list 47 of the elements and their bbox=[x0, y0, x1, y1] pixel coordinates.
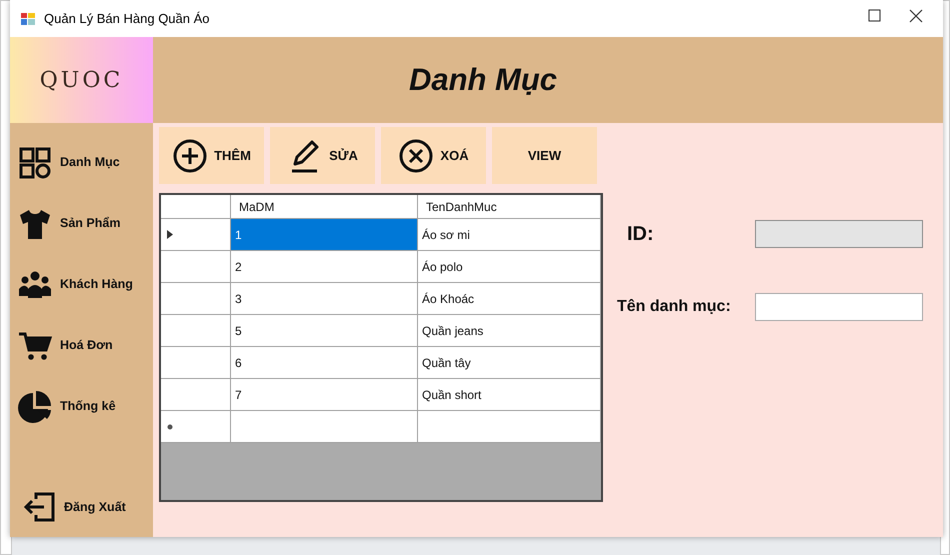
grid-icon bbox=[18, 146, 52, 180]
window-title: Quản Lý Bán Hàng Quần Áo bbox=[44, 10, 210, 28]
table-cell[interactable]: Quần jeans bbox=[418, 315, 601, 347]
row-header[interactable] bbox=[161, 315, 231, 347]
table-cell[interactable]: Áo sơ mi bbox=[418, 219, 601, 251]
column-header[interactable]: TenDanhMuc bbox=[418, 195, 601, 219]
maximize-icon[interactable] bbox=[867, 8, 883, 24]
field-label: ID: bbox=[626, 222, 654, 247]
row-header[interactable] bbox=[161, 379, 231, 411]
table-cell[interactable] bbox=[231, 411, 418, 443]
toolbar-button[interactable]: THÊM bbox=[159, 127, 264, 184]
app-icon bbox=[20, 10, 36, 26]
sidebar-item[interactable]: Hoá Đơn bbox=[18, 315, 153, 376]
text-field[interactable] bbox=[755, 293, 923, 321]
logout-icon bbox=[22, 490, 56, 524]
table-cell[interactable]: 6 bbox=[231, 347, 418, 379]
table-cell[interactable]: 2 bbox=[231, 251, 418, 283]
pie-chart-icon bbox=[18, 390, 52, 424]
sidebar-item[interactable]: Danh Mục bbox=[18, 132, 153, 193]
row-header[interactable] bbox=[161, 283, 231, 315]
table-cell[interactable]: Áo Khoác bbox=[418, 283, 601, 315]
table-cell[interactable]: 3 bbox=[231, 283, 418, 315]
sidebar-item[interactable]: Thống kê bbox=[18, 376, 153, 437]
table-cell[interactable] bbox=[418, 411, 601, 443]
plus-icon bbox=[172, 138, 208, 174]
page-title: Danh Mục bbox=[408, 60, 558, 99]
table-cell[interactable]: Áo polo bbox=[418, 251, 601, 283]
sidebar-item[interactable]: Đăng Xuất bbox=[18, 487, 153, 527]
logo: QUOC bbox=[40, 66, 124, 94]
close-icon[interactable] bbox=[908, 8, 924, 24]
toolbar-button[interactable]: XOÁ bbox=[381, 127, 486, 184]
row-header[interactable] bbox=[161, 347, 231, 379]
table-cell[interactable]: 1 bbox=[231, 219, 418, 251]
close-circle-icon bbox=[398, 138, 434, 174]
row-header[interactable] bbox=[161, 251, 231, 283]
row-header[interactable] bbox=[161, 219, 231, 251]
column-header[interactable]: MaDM bbox=[231, 195, 418, 219]
table-cell[interactable]: Quần short bbox=[418, 379, 601, 411]
table-cell[interactable]: Quần tây bbox=[418, 347, 601, 379]
field-label: Tên danh mục: bbox=[617, 297, 731, 317]
table-cell[interactable]: 5 bbox=[231, 315, 418, 347]
toolbar-button[interactable]: VIEW bbox=[492, 127, 597, 184]
sidebar-item[interactable]: Sản Phẩm bbox=[18, 193, 153, 254]
toolbar-button[interactable]: SỬA bbox=[270, 127, 375, 184]
sidebar-item[interactable]: Khách Hàng bbox=[18, 254, 153, 315]
table-cell[interactable]: 7 bbox=[231, 379, 418, 411]
row-header[interactable] bbox=[161, 411, 231, 443]
